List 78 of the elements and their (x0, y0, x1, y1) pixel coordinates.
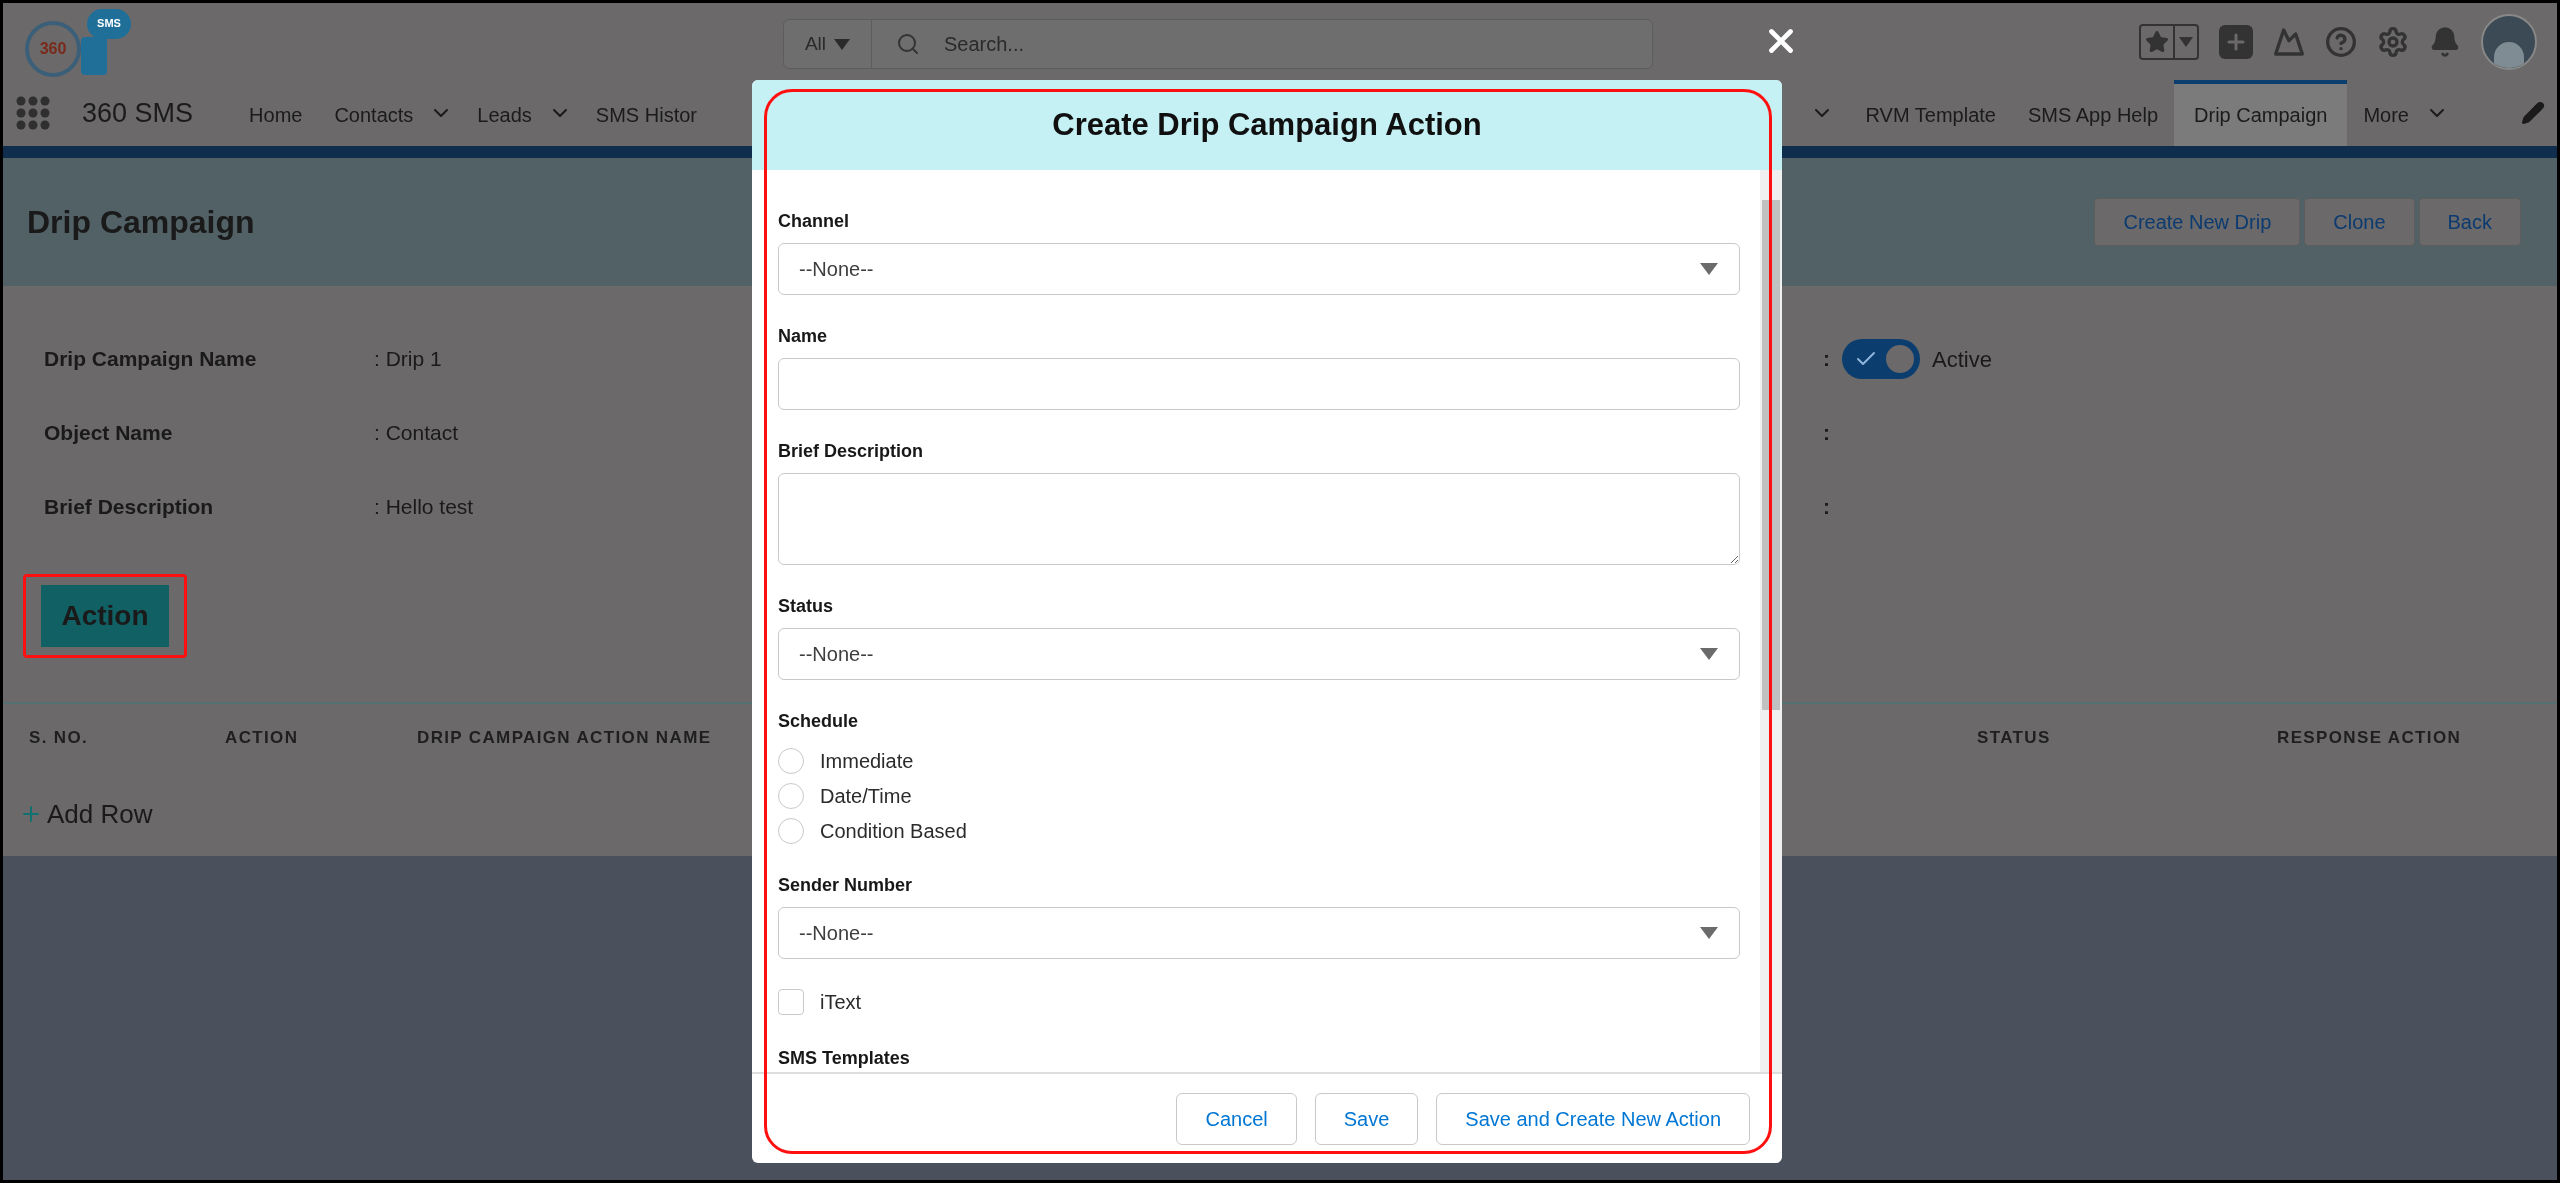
checkbox[interactable] (778, 989, 804, 1015)
edit-icon[interactable] (2521, 101, 2545, 125)
logo-number: 360 (39, 38, 67, 59)
phone-shape (81, 36, 107, 75)
select-value: --None-- (799, 921, 874, 946)
toggle-switch[interactable] (1842, 339, 1920, 379)
detail-label: Drip Campaign Name (44, 346, 258, 373)
nav-tab[interactable]: RVM Template (1849, 80, 2012, 146)
select-field[interactable]: --None-- (778, 243, 1740, 295)
column-header: DRIP CAMPAIGN ACTION NAME (417, 727, 713, 750)
dropdown-caret-icon (1699, 647, 1719, 661)
select-value: --None-- (799, 257, 874, 282)
action-tab-button[interactable]: Action (41, 585, 169, 647)
nav-tab[interactable]: Leads (461, 80, 548, 146)
add-row-link[interactable]: Add Row (47, 794, 153, 834)
detail-value: : Drip 1 (374, 346, 442, 373)
search-placeholder[interactable]: Search... (944, 29, 1025, 59)
select-field[interactable]: --None-- (778, 628, 1740, 680)
favorites-button[interactable] (2139, 23, 2199, 60)
nav-tab[interactable]: Contacts (318, 80, 430, 146)
app-launcher-icon[interactable] (16, 96, 50, 130)
field-label: Schedule (778, 710, 860, 733)
field-label: Name (778, 325, 829, 348)
caret-down-icon[interactable] (834, 38, 851, 50)
checkbox-label: iText (820, 990, 862, 1015)
radio-label: Date/Time (820, 783, 912, 809)
nav-tab[interactable]: Drip Campaign (2174, 80, 2348, 146)
field-label: Channel (778, 210, 850, 233)
app-name: 360 SMS (82, 96, 194, 130)
settings-icon[interactable] (2377, 25, 2409, 58)
column-header: ACTION (225, 727, 300, 750)
logo-drawing[interactable]: 360 SMS (15, 6, 145, 77)
description-textarea[interactable] (778, 473, 1740, 565)
column-header: RESPONSE ACTION (2277, 727, 2462, 750)
detail-separator: : (1823, 494, 1830, 521)
column-header: S. NO. (29, 727, 90, 750)
nav-tab[interactable]: More (2347, 80, 2425, 146)
global-search-bar[interactable]: All Search... (783, 19, 1653, 69)
help-icon[interactable] (2325, 25, 2357, 58)
detail-separator: : (1823, 420, 1830, 447)
field-label: Sender Number (778, 874, 914, 897)
page-title: Drip Campaign (27, 203, 255, 242)
toggle-label: Active (1932, 345, 1992, 374)
detail-value: : Contact (374, 420, 459, 447)
select-value: --None-- (799, 642, 874, 667)
scrollbar[interactable] (1760, 170, 1782, 1072)
radio-label: Immediate (820, 748, 914, 774)
radio-label: Condition Based (820, 818, 967, 844)
field-label: Status (778, 595, 834, 618)
modal-button[interactable]: Save (1314, 1092, 1419, 1145)
detail-separator: : (1823, 346, 1830, 373)
dropdown-caret-icon (1699, 262, 1719, 276)
header-button[interactable]: Create New Drip (2094, 198, 2301, 246)
select-field[interactable]: --None-- (778, 907, 1740, 959)
search-icon (896, 32, 920, 56)
nav-tab[interactable]: SMS Histor (579, 80, 713, 146)
column-header: STATUS (1977, 727, 2052, 750)
detail-label: Object Name (44, 420, 174, 447)
star-icon (2145, 29, 2169, 54)
caret-down-icon (2179, 36, 2193, 47)
modal-title: Create Drip Campaign Action (1052, 105, 1482, 144)
add-button[interactable] (2219, 24, 2253, 59)
name-input-field[interactable] (778, 358, 1740, 410)
field-label: Brief Description (778, 440, 925, 463)
modal-button[interactable]: Save and Create New Action (1436, 1092, 1750, 1145)
field-label: SMS Templates (778, 1047, 911, 1070)
nav-tab[interactable]: SMS App Help (2011, 80, 2175, 146)
header-button[interactable]: Clone (2304, 198, 2415, 246)
search-scope[interactable]: All (804, 29, 827, 59)
header-button[interactable]: Back (2418, 198, 2521, 246)
logo-badge-text: SMS (97, 16, 121, 32)
bell-icon[interactable] (2429, 25, 2461, 58)
nav-tab[interactable]: Home (233, 80, 319, 146)
detail-value: : Hello test (374, 494, 474, 521)
dropdown-caret-icon (1699, 926, 1719, 940)
mountain-icon[interactable] (2273, 25, 2305, 58)
detail-label: Brief Description (44, 494, 215, 521)
modal-button[interactable]: Cancel (1176, 1092, 1297, 1145)
